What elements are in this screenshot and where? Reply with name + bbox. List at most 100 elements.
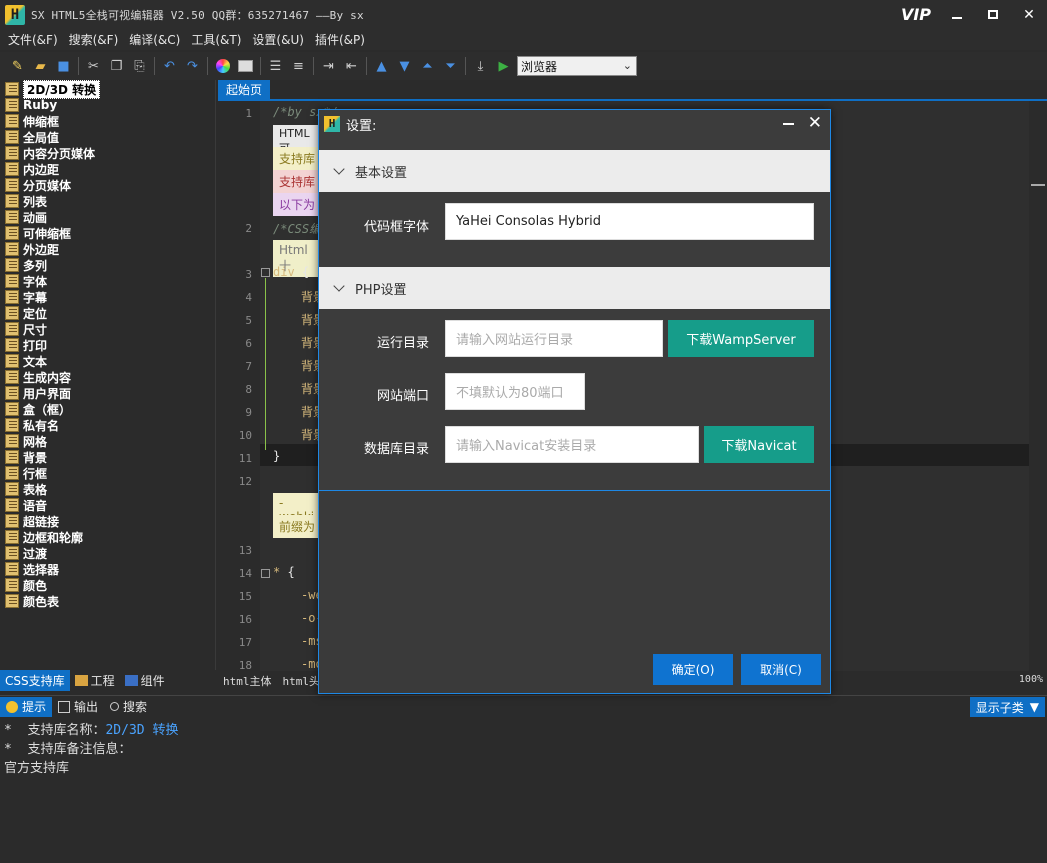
tree-item[interactable]: 网格 (2, 433, 215, 449)
open-folder-button[interactable]: ▰ (29, 55, 52, 77)
tree-item[interactable]: 2D/3D 转换 (2, 79, 215, 99)
title-bar: H SX HTML5全栈可视编辑器 V2.50 QQ群：635271467 ——… (0, 0, 1047, 29)
tab-output[interactable]: 输出 (52, 697, 104, 717)
move-top-button[interactable]: ⏶ (416, 55, 439, 77)
vip-badge[interactable]: VIP (893, 5, 939, 24)
tree-item[interactable]: 边框和轮廓 (2, 529, 215, 545)
tree-item[interactable]: 用户界面 (2, 385, 215, 401)
tree-item[interactable]: 尺寸 (2, 321, 215, 337)
note-icon (5, 482, 19, 496)
menu-plugins[interactable]: 插件(&P) (315, 31, 365, 48)
note-icon (5, 210, 19, 224)
tab-css-library[interactable]: CSS支持库 (0, 670, 70, 691)
ok-button[interactable]: 确定(O) (653, 654, 733, 685)
tree-item[interactable]: 字幕 (2, 289, 215, 305)
tree-item[interactable]: 私有名 (2, 417, 215, 433)
tree-item[interactable]: 分页媒体 (2, 177, 215, 193)
tree-item[interactable]: Ruby (2, 97, 215, 113)
tree-item[interactable]: 多列 (2, 257, 215, 273)
chevron-down-icon (333, 280, 345, 292)
browser-select[interactable]: 浏览器 ⌄ (517, 56, 637, 76)
menu-tools[interactable]: 工具(&T) (191, 31, 241, 48)
menu-settings[interactable]: 设置(&U) (252, 31, 304, 48)
tree-item[interactable]: 打印 (2, 337, 215, 353)
save-button[interactable]: ■ (52, 55, 75, 77)
run-dir-input[interactable]: 请输入网站运行目录 (445, 320, 663, 357)
tree-item[interactable]: 动画 (2, 209, 215, 225)
download-navicat-button[interactable]: 下载Navicat (704, 426, 814, 463)
show-subclass-button[interactable]: 显示子类 ▼ (969, 697, 1045, 717)
port-input[interactable]: 不填默认为80端口 (445, 373, 585, 410)
tree-item-label: 私有名 (23, 418, 60, 433)
tab-hint[interactable]: 提示 (0, 696, 53, 717)
align-button[interactable]: ☰ (264, 55, 287, 77)
tab-html-body[interactable]: html主体 (223, 673, 272, 689)
maximize-button[interactable] (975, 0, 1011, 29)
tab-search[interactable]: 搜索 (104, 697, 153, 717)
tree-item[interactable]: 盒（框） (2, 401, 215, 417)
menu-search[interactable]: 搜索(&F) (69, 31, 119, 48)
tree-item[interactable]: 伸缩框 (2, 113, 215, 129)
insert-image-button[interactable] (234, 55, 257, 77)
tab-components[interactable]: 组件 (120, 670, 170, 691)
tree-item[interactable]: 颜色 (2, 577, 215, 593)
dialog-close-icon[interactable]: ✕ (808, 113, 822, 133)
db-dir-input[interactable]: 请输入Navicat安装目录 (445, 426, 699, 463)
tree-item[interactable]: 内容分页媒体 (2, 145, 215, 161)
minimize-button[interactable] (939, 0, 975, 29)
move-up-button[interactable]: ▲ (370, 55, 393, 77)
tree-item[interactable]: 字体 (2, 273, 215, 289)
undo-button[interactable]: ↶ (158, 55, 181, 77)
tree-item[interactable]: 生成内容 (2, 369, 215, 385)
tab-project[interactable]: 工程 (70, 670, 120, 691)
tree-item[interactable]: 行框 (2, 465, 215, 481)
close-button[interactable]: ✕ (1011, 0, 1047, 29)
tree-item[interactable]: 内边距 (2, 161, 215, 177)
tree-item[interactable]: 可伸缩框 (2, 225, 215, 241)
tree-item[interactable]: 外边距 (2, 241, 215, 257)
move-bottom-button[interactable]: ⏷ (439, 55, 462, 77)
tab-start-page[interactable]: 起始页 (218, 80, 271, 99)
tree-item[interactable]: 定位 (2, 305, 215, 321)
line-number: 17 (238, 636, 252, 649)
run-button[interactable]: ▶ (492, 55, 515, 77)
line-number: 1 (245, 107, 252, 120)
download-wampserver-button[interactable]: 下载WampServer (668, 320, 814, 357)
redo-button[interactable]: ↷ (181, 55, 204, 77)
tree-item[interactable]: 超链接 (2, 513, 215, 529)
cancel-button[interactable]: 取消(C) (741, 654, 821, 685)
color-picker-button[interactable] (211, 55, 234, 77)
indent-button[interactable]: ⇥ (317, 55, 340, 77)
tree-item[interactable]: 列表 (2, 193, 215, 209)
tree-item[interactable]: 选择器 (2, 561, 215, 577)
tree-item[interactable]: 颜色表 (2, 593, 215, 609)
tree-item[interactable]: 背景 (2, 449, 215, 465)
outdent-button[interactable]: ⇤ (340, 55, 363, 77)
cut-button[interactable]: ✂ (82, 55, 105, 77)
new-file-button[interactable]: ✎ (6, 55, 29, 77)
align-center-button[interactable]: ≡ (287, 55, 310, 77)
tree-item[interactable]: 表格 (2, 481, 215, 497)
fold-toggle-icon[interactable] (261, 268, 270, 277)
note-icon (5, 418, 19, 432)
editor-scrollbar[interactable] (1029, 101, 1047, 671)
move-down-button[interactable]: ▼ (393, 55, 416, 77)
menu-file[interactable]: 文件(&F) (8, 31, 58, 48)
build-button[interactable]: ⤓ (469, 55, 492, 77)
tab-html-head[interactable]: html头 (283, 673, 321, 689)
fold-guide (265, 278, 266, 450)
menu-compile[interactable]: 编译(&C) (129, 31, 180, 48)
font-input[interactable]: YaHei Consolas Hybrid (445, 203, 814, 240)
tree-item[interactable]: 过渡 (2, 545, 215, 561)
copy-button[interactable]: ❐ (105, 55, 128, 77)
code-note-box: 支持库 (273, 147, 323, 170)
section-php-settings[interactable]: PHP设置 (319, 267, 830, 309)
tree-item[interactable]: 语音 (2, 497, 215, 513)
tree-item-label: 尺寸 (23, 322, 48, 337)
tree-item[interactable]: 全局值 (2, 129, 215, 145)
tree-item[interactable]: 文本 (2, 353, 215, 369)
dialog-minimize-icon[interactable] (783, 123, 794, 125)
fold-toggle-icon[interactable] (261, 569, 270, 578)
paste-button[interactable]: ⎘ (128, 55, 151, 77)
section-basic-settings[interactable]: 基本设置 (319, 150, 830, 192)
